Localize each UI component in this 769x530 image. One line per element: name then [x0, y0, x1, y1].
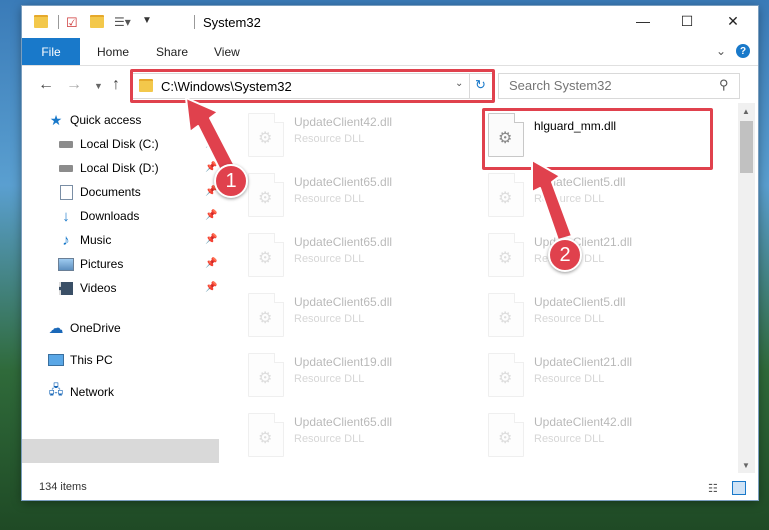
step-1-badge: 1 — [214, 164, 248, 198]
arrow-2 — [531, 159, 573, 241]
step-2-badge: 2 — [548, 238, 582, 272]
annotation-arrows — [185, 97, 573, 241]
arrow-1 — [185, 97, 237, 175]
